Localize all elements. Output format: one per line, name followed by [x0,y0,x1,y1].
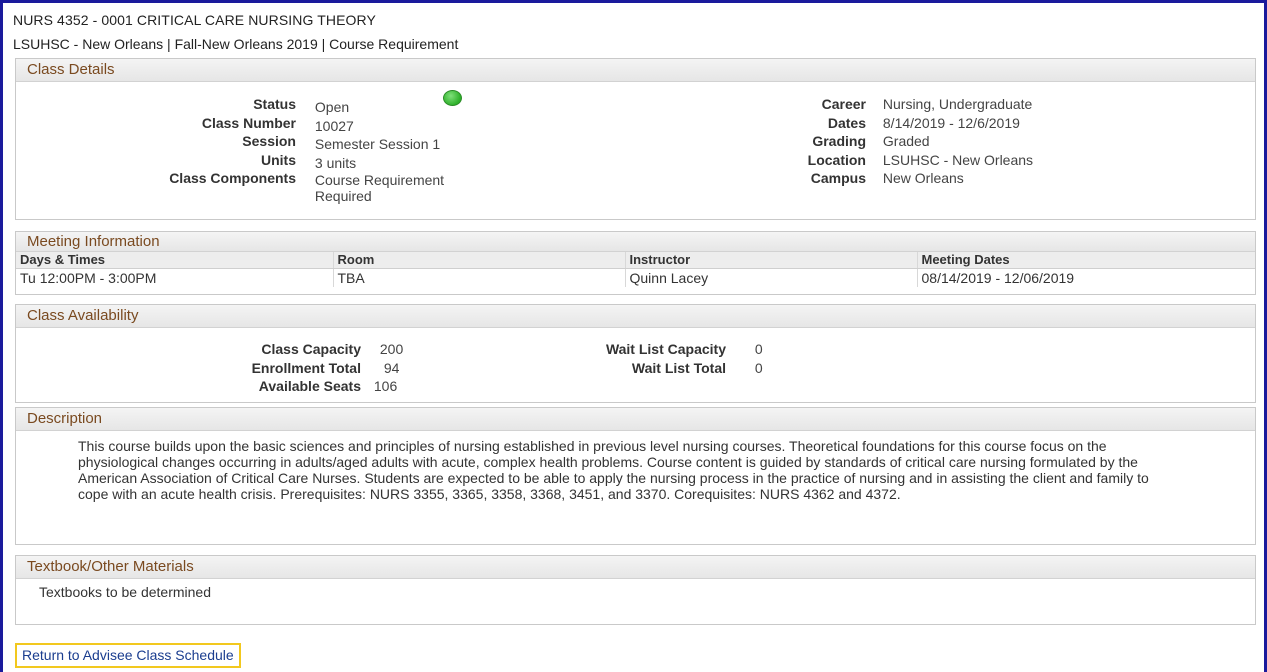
meeting-info-panel: Meeting Information Days & Times Room In… [15,231,1256,295]
status-open-icon [443,90,462,106]
detail-class-number: Class Number 10027 [201,114,354,134]
cell-days-times: Tu 12:00PM - 3:00PM [16,268,334,287]
course-subtitle: LSUHSC - New Orleans | Fall-New Orleans … [13,36,459,52]
textbook-heading: Textbook/Other Materials [16,556,1255,579]
class-details-right: Career Nursing, Undergraduate Dates 8/14… [716,95,1033,188]
avail-available-seats: Available Seats 106 [258,378,398,395]
col-meeting-dates: Meeting Dates [917,252,1255,269]
detail-dates: Dates 8/14/2019 - 12/6/2019 [827,114,1020,131]
table-row: Tu 12:00PM - 3:00PM TBA Quinn Lacey 08/1… [16,268,1255,287]
return-to-schedule-link[interactable]: Return to Advisee Class Schedule [15,643,241,668]
avail-enrollment-total: Enrollment Total 94 [251,359,400,376]
detail-class-components: Class Components Course Requirement Requ… [169,170,445,205]
class-details-left: Status Open Class Number 10027 Session S… [116,95,444,205]
detail-units: Units 3 units [261,151,357,171]
textbook-panel: Textbook/Other Materials Textbooks to be… [15,555,1256,625]
avail-wait-list-capacity: Wait List Capacity 0 [605,341,763,357]
textbook-text: Textbooks to be determined [39,584,211,600]
avail-wait-list-total: Wait List Total 0 [631,359,763,376]
detail-grading: Grading Graded [812,133,930,150]
class-availability-heading: Class Availability [16,305,1255,328]
detail-career: Career Nursing, Undergraduate [821,96,1033,112]
col-room: Room [333,252,626,269]
class-availability-panel: Class Availability Class Capacity 200 En… [15,304,1256,403]
cell-room: TBA [333,268,626,287]
class-details-heading: Class Details [16,59,1255,82]
course-title: NURS 4352 - 0001 CRITICAL CARE NURSING T… [13,12,376,28]
cell-instructor: Quinn Lacey [625,268,918,287]
description-heading: Description [16,408,1255,431]
description-panel: Description This course builds upon the … [15,407,1256,545]
cell-meeting-dates: 08/14/2019 - 12/06/2019 [921,269,1075,286]
detail-location: Location LSUHSC - New Orleans [807,151,1034,168]
class-details-panel: Class Details Status Open Class Number 1… [15,58,1256,220]
avail-class-capacity: Class Capacity 200 [261,341,404,357]
description-text: This course builds upon the basic scienc… [78,438,1149,502]
col-days-times: Days & Times [16,252,334,269]
meeting-table: Days & Times Room Instructor Meeting Dat… [16,252,1255,287]
page-frame: NURS 4352 - 0001 CRITICAL CARE NURSING T… [0,0,1267,672]
detail-status: Status Open [253,96,350,115]
availability-right: Wait List Capacity 0 Wait List Total 0 [536,340,763,377]
detail-campus: Campus New Orleans [810,170,964,187]
meeting-info-heading: Meeting Information [16,232,1255,252]
col-instructor: Instructor [625,252,918,269]
availability-left: Class Capacity 200 Enrollment Total 94 A… [166,340,404,396]
detail-session: Session Semester Session 1 [242,133,441,153]
